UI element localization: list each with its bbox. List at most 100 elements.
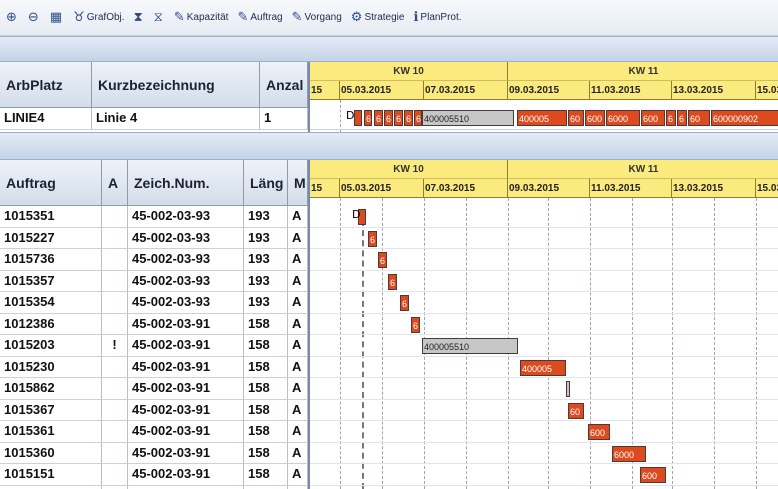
top-gantt-bar[interactable]: 6 [404,110,413,126]
cell-auftrag[interactable]: 1015227 [0,227,102,249]
order-gantt-bar[interactable]: 6 [388,273,397,290]
cell-auftrag[interactable]: 1015367 [0,399,102,421]
top-gantt-bar[interactable]: 60 [568,110,584,126]
planprot-button[interactable]: ℹ PlanProt. [413,10,461,25]
cell-m[interactable]: A [288,464,308,486]
cell-laenge[interactable]: 158 [244,356,288,378]
col-header-arbplatz[interactable]: ArbPlatz [0,62,92,108]
cell-zeichnum[interactable]: 45-002-03-93 [128,292,244,314]
cell-m[interactable]: A [288,313,308,335]
cell-m[interactable]: A [288,249,308,271]
layout-button[interactable]: ▦ [50,10,64,25]
cell-zeichnum[interactable]: 45-002-03-91 [128,313,244,335]
cell-a[interactable] [102,464,128,486]
order-gantt-bar[interactable]: 400005510 [422,338,518,354]
cell-m[interactable]: A [288,270,308,292]
col-header-anzahl[interactable]: Anzal [260,62,308,108]
top-gantt-bar[interactable]: 400005 [517,110,567,126]
order-gantt-bar[interactable]: 400005 [520,359,566,376]
cell-zeichnum[interactable]: 45-002-03-91 [128,464,244,486]
cell-m[interactable]: A [288,356,308,378]
col-header-zeichnum[interactable]: Zeich.Num. [128,160,244,206]
cell-a[interactable] [102,442,128,464]
cell-auftrag[interactable]: 1012386 [0,313,102,335]
auftrag-button[interactable]: ✎ Auftrag [237,10,282,25]
cell-a[interactable]: ! [102,335,128,357]
cell-a[interactable] [102,421,128,443]
zoom-out-button[interactable]: ⊖ [28,10,41,25]
cell-zeichnum[interactable]: 45-002-03-93 [128,227,244,249]
cell-a[interactable] [102,270,128,292]
cell-auftrag[interactable]: 1015230 [0,356,102,378]
top-gantt-bar[interactable]: 6 [384,110,393,126]
cell-auftrag[interactable]: 1015203 [0,335,102,357]
cell-laenge[interactable]: 158 [244,442,288,464]
cell-laenge[interactable]: 158 [244,313,288,335]
cell-zeichnum[interactable]: 45-002-03-91 [128,399,244,421]
cell-auftrag[interactable]: 1015351 [0,206,102,228]
cell-laenge[interactable]: 193 [244,227,288,249]
cell-a[interactable] [102,378,128,400]
top-gantt-bar[interactable]: 600 [585,110,605,126]
cell-auftrag[interactable]: 1015151 [0,464,102,486]
vorgang-button[interactable]: ✎ Vorgang [292,10,342,25]
col-header-a[interactable]: A [102,160,128,206]
top-gantt-bar[interactable]: 6 [414,110,422,126]
cell-auftrag[interactable]: 1015354 [0,292,102,314]
col-header-m[interactable]: M [288,160,308,206]
cell-zeichnum[interactable]: 45-002-03-91 [128,335,244,357]
top-gantt-bar[interactable]: 6000 [606,110,640,126]
kapazitaet-button[interactable]: ✎ Kapazität [174,10,229,25]
cell-auftrag[interactable]: 1015357 [0,270,102,292]
cell-auftrag[interactable]: 1015736 [0,249,102,271]
cell-a[interactable] [102,313,128,335]
cell-m[interactable]: A [288,206,308,228]
cell-zeichnum[interactable]: 45-002-03-93 [128,270,244,292]
cell-a[interactable] [102,485,128,489]
cell-zeichnum[interactable]: 45-002-03-91 [128,356,244,378]
cell-zeichnum[interactable]: 45-002-03-93 [128,206,244,228]
cell-laenge[interactable]: 158 [244,421,288,443]
cell-a[interactable] [102,227,128,249]
cell-zeichnum[interactable]: 45-002-03-91 [128,485,244,489]
cell-a[interactable] [102,249,128,271]
cell-zeichnum[interactable]: 45-002-03-93 [128,249,244,271]
order-gantt-bar[interactable]: 6 [400,295,409,311]
cell-m[interactable]: A [288,442,308,464]
order-gantt-bar[interactable]: 600 [588,424,610,440]
cell-auftrag[interactable]: 1015361 [0,421,102,443]
top-gantt-bar[interactable]: 400005510 [422,110,514,126]
cell-laenge[interactable]: 193 [244,249,288,271]
cell-a[interactable] [102,206,128,228]
top-gantt-bar[interactable]: 600000902 [711,110,778,126]
cell-laenge[interactable]: 158 [244,464,288,486]
col-header-laenge[interactable]: Läng [244,160,288,206]
order-gantt-bar[interactable]: 6000 [612,445,646,462]
cell-m[interactable]: A [288,399,308,421]
cell-laenge[interactable]: 158 [244,399,288,421]
top-gantt-bar[interactable]: 600 [641,110,665,126]
cell-arbplatz[interactable]: LINIE4 [0,108,92,130]
cell-m[interactable]: A [288,421,308,443]
filter-clear-button[interactable]: ⧖ [154,10,165,25]
cell-m[interactable]: A [288,292,308,314]
cell-zeichnum[interactable]: 45-002-03-91 [128,421,244,443]
top-gantt-bar[interactable]: 60 [688,110,710,126]
cell-m[interactable]: A [288,485,308,489]
cell-auftrag[interactable]: 1015366 [0,485,102,489]
cell-a[interactable] [102,356,128,378]
order-gantt-bar[interactable]: 60 [568,402,584,419]
top-gantt-bar[interactable]: 6 [666,110,676,126]
cell-auftrag[interactable]: 1015360 [0,442,102,464]
strategie-button[interactable]: ⚙ Strategie [351,10,405,25]
top-gantt-bar[interactable]: 6 [677,110,687,126]
cell-m[interactable]: A [288,335,308,357]
cell-laenge[interactable]: 158 [244,335,288,357]
filter-button[interactable]: ⧗ [134,10,145,25]
cell-zeichnum[interactable]: 45-002-03-91 [128,378,244,400]
cell-laenge[interactable]: 158 [244,485,288,489]
cell-auftrag[interactable]: 1015862 [0,378,102,400]
top-gantt-bar[interactable]: 6 [364,110,372,126]
order-gantt-bar[interactable]: 600 [640,467,666,483]
cell-a[interactable] [102,399,128,421]
